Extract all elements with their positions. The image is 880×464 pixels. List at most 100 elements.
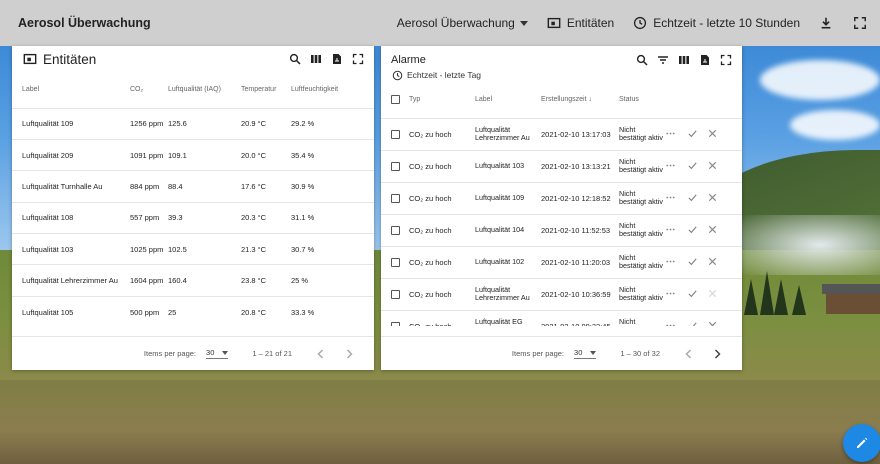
entities-paginator: Items per page: 30 1 – 21 of 21 xyxy=(12,336,374,370)
acknowledge-icon[interactable] xyxy=(685,191,699,203)
alarm-time: 2021-02-10 11:52:53 xyxy=(541,213,619,246)
edit-dashboard-button[interactable] xyxy=(843,424,880,462)
row-checkbox[interactable] xyxy=(391,257,400,267)
fullscreen-icon[interactable] xyxy=(852,15,868,31)
table-row[interactable]: Luftqualität 108 557 ppm 39.3 20.3 °C 31.1 % xyxy=(12,201,374,234)
alarms-card-title: Alarme xyxy=(391,54,426,66)
columns-icon[interactable] xyxy=(310,53,322,65)
export-file-icon[interactable] xyxy=(699,54,711,66)
column-header[interactable]: CO₂ xyxy=(130,72,168,108)
table-cell: 33.3 % xyxy=(291,295,374,322)
timewindow-label: Echtzeit - letzte 10 Stunden xyxy=(653,16,800,30)
table-row[interactable]: CO₂ zu hochLuftqualität EG (Frischknecht… xyxy=(381,309,742,326)
select-all-checkbox[interactable] xyxy=(391,95,400,105)
fullscreen-icon[interactable] xyxy=(352,53,364,65)
alarm-time: 2021-02-10 13:13:21 xyxy=(541,149,619,182)
fullscreen-icon[interactable] xyxy=(720,54,732,66)
row-checkbox[interactable] xyxy=(391,129,400,139)
more-icon[interactable] xyxy=(663,223,677,235)
dashboard-select[interactable]: Aerosol Überwachung xyxy=(397,16,528,30)
clear-icon[interactable] xyxy=(705,287,719,299)
clear-icon[interactable] xyxy=(705,191,719,203)
clear-icon[interactable] xyxy=(705,159,719,171)
table-row[interactable]: Luftqualität 109 1256 ppm 125.6 20.9 °C 29.2… xyxy=(12,107,374,140)
alarm-label: Luftqualität 102 xyxy=(475,245,541,278)
row-checkbox[interactable] xyxy=(391,161,400,171)
acknowledge-icon[interactable] xyxy=(685,127,699,139)
filter-icon[interactable] xyxy=(657,54,669,66)
more-icon[interactable] xyxy=(663,191,677,203)
alarm-type: CO₂ zu hoch xyxy=(409,277,475,310)
table-row[interactable]: Luftqualität Lehrerzimmer Au 1604 ppm 160.… xyxy=(12,264,374,297)
caret-down-icon xyxy=(519,20,528,26)
clear-icon[interactable] xyxy=(705,320,719,326)
table-row[interactable]: Luftqualität Turnhalle Au 884 ppm 88.4 17.6… xyxy=(12,170,374,203)
alarms-table: Typ Label Erstellungszeit ↓ Status CO₂ z… xyxy=(381,82,742,326)
items-per-page-select[interactable]: 30 xyxy=(574,348,597,359)
more-icon[interactable] xyxy=(663,287,677,299)
row-checkbox[interactable] xyxy=(391,193,400,203)
row-checkbox[interactable] xyxy=(391,322,400,326)
more-icon[interactable] xyxy=(663,127,677,139)
previous-page-button[interactable] xyxy=(680,345,698,363)
row-checkbox[interactable] xyxy=(391,289,400,299)
table-row[interactable]: CO₂ zu hoch Luftqualität Lehrerzimmer Au 2… xyxy=(381,117,742,150)
acknowledge-icon[interactable] xyxy=(685,287,699,299)
table-row[interactable]: Luftqualität 105 500 ppm 25 20.8 °C 33.3 % xyxy=(12,295,374,322)
column-header[interactable]: Erstellungszeit ↓ xyxy=(541,82,619,118)
table-row[interactable]: CO₂ zu hoch Luftqualität 103 2021-02-10 13… xyxy=(381,149,742,182)
clear-icon[interactable] xyxy=(705,255,719,267)
column-header[interactable]: Typ xyxy=(409,82,475,118)
previous-page-button[interactable] xyxy=(312,345,330,363)
table-row[interactable]: Luftqualität 103 1025 ppm 102.5 21.3 °C 30.7… xyxy=(12,233,374,265)
acknowledge-icon[interactable] xyxy=(685,159,699,171)
table-row[interactable]: CO₂ zu hoch Luftqualität 109 2021-02-10 12… xyxy=(381,181,742,214)
column-header[interactable]: Label xyxy=(12,72,130,108)
more-icon[interactable] xyxy=(663,159,677,171)
column-header[interactable]: Status xyxy=(619,82,663,118)
table-cell: Luftqualität 105 xyxy=(12,295,130,322)
entities-button[interactable]: Entitäten xyxy=(546,15,614,31)
clear-icon[interactable] xyxy=(705,127,719,139)
search-icon[interactable] xyxy=(636,54,648,66)
download-icon[interactable] xyxy=(818,15,834,31)
table-cell: 109.1 xyxy=(168,138,241,171)
column-header[interactable]: Luftfeuchtigkeit xyxy=(291,72,374,108)
acknowledge-icon[interactable] xyxy=(685,223,699,235)
caret-down-icon xyxy=(590,350,597,355)
alarm-status: Nicht bestätigt aktiv xyxy=(619,213,663,246)
more-icon[interactable] xyxy=(663,320,677,326)
column-header[interactable]: Temperatur xyxy=(241,72,291,108)
more-icon[interactable] xyxy=(663,255,677,267)
next-page-button[interactable] xyxy=(708,345,726,363)
entity-icon xyxy=(546,15,562,31)
alarm-status: Nicht bestätigt aktiv xyxy=(619,149,663,182)
columns-icon[interactable] xyxy=(678,54,690,66)
items-per-page-select[interactable]: 30 xyxy=(206,348,229,359)
alarms-timewindow[interactable]: Echtzeit - letzte Tag xyxy=(381,68,742,82)
table-cell: 20.3 °C xyxy=(241,201,291,234)
alarm-type: CO₂ zu hoch xyxy=(409,245,475,278)
column-header[interactable]: Luftqualität (IAQ) xyxy=(168,72,241,108)
dashboard-select-label: Aerosol Überwachung xyxy=(396,16,515,30)
alarm-label: Luftqualität Lehrerzimmer Au xyxy=(475,117,541,150)
next-page-button[interactable] xyxy=(340,345,358,363)
table-cell: 21.3 °C xyxy=(241,233,291,265)
table-row[interactable]: Luftqualität 209 1091 ppm 109.1 20.0 °C 35.4… xyxy=(12,138,374,171)
clock-icon xyxy=(392,70,403,80)
table-row[interactable]: CO₂ zu hoch Luftqualität 104 2021-02-10 11… xyxy=(381,213,742,246)
alarm-time: 2021-02-10 09:33:45 xyxy=(541,309,619,326)
table-row[interactable]: CO₂ zu hoch Luftqualität Lehrerzimmer Au 2… xyxy=(381,277,742,310)
alarm-label: Luftqualität 104 xyxy=(475,213,541,246)
search-icon[interactable] xyxy=(289,53,301,65)
acknowledge-icon[interactable] xyxy=(685,255,699,267)
export-file-icon[interactable] xyxy=(331,53,343,65)
acknowledge-icon[interactable] xyxy=(685,320,699,326)
table-header-row: Typ Label Erstellungszeit ↓ Status xyxy=(381,82,742,118)
table-cell: Luftqualität 109 xyxy=(12,107,130,140)
column-header[interactable]: Label xyxy=(475,82,541,118)
table-row[interactable]: CO₂ zu hoch Luftqualität 102 2021-02-10 11… xyxy=(381,245,742,278)
row-checkbox[interactable] xyxy=(391,225,400,235)
timewindow-button[interactable]: Echtzeit - letzte 10 Stunden xyxy=(632,15,800,31)
clear-icon[interactable] xyxy=(705,223,719,235)
